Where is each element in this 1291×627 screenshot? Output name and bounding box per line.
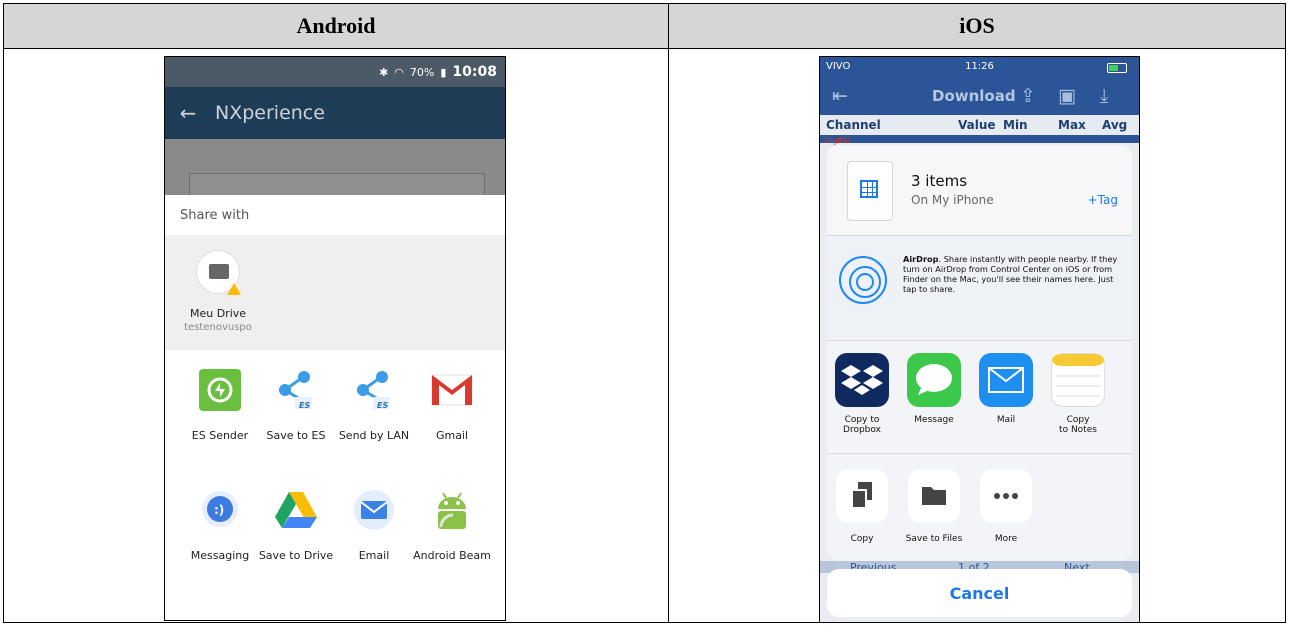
messaging-icon: :) — [197, 487, 243, 533]
column-header: Avg — [1102, 118, 1128, 132]
svg-text:ES: ES — [299, 401, 310, 410]
action-more[interactable]: More — [975, 470, 1037, 544]
share-app-mail[interactable]: Mail — [975, 353, 1037, 425]
share-app-save-to-es[interactable]: ES Save to ES — [253, 367, 339, 442]
share-item-summary: 3 items On My iPhone +Tag — [827, 145, 1132, 236]
email-icon — [351, 487, 397, 533]
share-app-label: Save to ES — [266, 429, 326, 442]
android-app-bar: ← NXperience — [165, 87, 505, 139]
share-app-label: Messaging — [190, 549, 250, 562]
status-time: 10:08 — [452, 64, 497, 80]
dropbox-icon — [835, 353, 889, 407]
drive-icon — [273, 487, 319, 533]
svg-text::): :) — [214, 503, 224, 517]
direct-share-label: Meu Drive — [189, 307, 247, 320]
column-header: Max — [1058, 118, 1086, 132]
bluetooth-icon: ✱ — [379, 65, 389, 79]
item-location: On My iPhone — [911, 193, 994, 207]
share-app-label: Mail — [996, 415, 1016, 425]
dimmed-background — [165, 139, 505, 205]
share-app-label: Android Beam — [413, 549, 491, 562]
app-title: NXperience — [215, 102, 325, 124]
battery-icon — [1107, 63, 1127, 73]
android-share-sheet: Share with Meu Drive testenovuspo ES Sen… — [165, 195, 505, 620]
ios-share-sheet: 3 items On My iPhone +Tag AirDrop. Share… — [827, 145, 1132, 561]
notes-icon — [1051, 353, 1105, 407]
share-app-label: ES Sender — [191, 429, 249, 442]
mail-icon — [979, 353, 1033, 407]
android-screenshot: ✱ ◠ 70% ▮ 10:08 ← NXperience Share with … — [164, 56, 506, 621]
gmail-icon — [429, 367, 475, 413]
wifi-icon: ◠ — [394, 65, 404, 79]
android-icon — [429, 487, 475, 533]
ios-column-header: iOS — [669, 4, 1285, 49]
ios-nav-bar: ⇤ Download ⇪ ▣ ⤓ — [820, 79, 1139, 115]
share-app-label: Gmail — [435, 429, 469, 442]
share-app-email[interactable]: Email — [331, 487, 417, 562]
direct-share-account: testenovuspo — [184, 322, 252, 333]
share-app-label: Email — [358, 549, 390, 562]
more-icon — [980, 470, 1032, 522]
share-app-es-sender[interactable]: ES Sender — [177, 367, 263, 442]
svg-text:ES: ES — [377, 401, 388, 410]
action-save-to-files[interactable]: Save to Files — [903, 470, 965, 544]
action-copy[interactable]: Copy — [831, 470, 893, 544]
android-status-bar: ✱ ◠ 70% ▮ 10:08 — [165, 57, 505, 87]
column-divider — [668, 48, 669, 623]
airdrop-description: AirDrop. Share instantly with people nea… — [903, 254, 1121, 294]
share-app-label: Message — [914, 415, 954, 425]
data-table-header: Channel Value Min Max Avg — [820, 115, 1139, 135]
share-app-message[interactable]: Message — [903, 353, 965, 425]
share-app-dropbox[interactable]: Copy to Dropbox — [831, 353, 893, 435]
airdrop-icon — [839, 256, 887, 304]
save-icon[interactable]: ▣ — [1058, 85, 1076, 107]
item-count: 3 items — [911, 172, 968, 190]
folder-icon — [908, 470, 960, 522]
action-label: More — [994, 534, 1018, 544]
battery-percent: 70% — [409, 65, 435, 79]
download-icon[interactable]: ⤓ — [1100, 85, 1108, 107]
share-app-label: Copy to Notes — [1059, 415, 1097, 435]
status-time: 11:26 — [965, 61, 994, 72]
cancel-button[interactable]: Cancel — [827, 569, 1132, 617]
drive-folder-icon — [196, 250, 241, 295]
share-app-notes[interactable]: Copy to Notes — [1047, 353, 1109, 435]
direct-share-row: Meu Drive testenovuspo — [165, 235, 505, 350]
action-label: Copy — [850, 534, 874, 544]
share-app-save-to-drive[interactable]: Save to Drive — [253, 487, 339, 562]
share-app-android-beam[interactable]: Android Beam — [409, 487, 495, 562]
es-share-icon: ES — [351, 367, 397, 413]
copy-icon — [836, 470, 888, 522]
exit-icon[interactable]: ⇤ — [832, 85, 848, 107]
ios-status-bar: VIVO 11:26 — [820, 59, 1139, 77]
es-sender-icon — [197, 367, 243, 413]
share-app-label: Copy to Dropbox — [843, 415, 881, 435]
airdrop-title: AirDrop — [903, 254, 939, 264]
message-icon — [907, 353, 961, 407]
back-arrow-icon[interactable]: ← — [165, 101, 211, 125]
share-apps-row: Copy to Dropbox Message Mail Copy to Not… — [827, 341, 1132, 454]
share-app-label: Send by LAN — [338, 429, 410, 442]
share-app-gmail[interactable]: Gmail — [409, 367, 495, 442]
column-header: Channel — [826, 118, 881, 132]
nav-title: Download — [932, 87, 1016, 105]
action-label: Save to Files — [905, 534, 963, 544]
share-app-messaging[interactable]: :) Messaging — [177, 487, 263, 562]
android-column-header: Android — [4, 4, 669, 49]
share-sheet-title: Share with — [180, 208, 250, 223]
share-app-send-by-lan[interactable]: ES Send by LAN — [331, 367, 417, 442]
airdrop-section: AirDrop. Share instantly with people nea… — [827, 236, 1132, 341]
add-tag-button[interactable]: +Tag — [1088, 193, 1118, 207]
spreadsheet-file-icon — [847, 161, 893, 221]
battery-icon: ▮ — [440, 65, 447, 79]
es-share-icon: ES — [273, 367, 319, 413]
column-header: Value — [958, 118, 996, 132]
share-actions-row: Copy Save to Files More — [827, 454, 1132, 561]
ios-screenshot: VIVO 11:26 ⇤ Download ⇪ ▣ ⤓ Channel Valu… — [819, 56, 1140, 623]
share-icon[interactable]: ⇪ — [1020, 85, 1036, 107]
share-app-label: Save to Drive — [258, 549, 334, 562]
background-row-label: Digital — [824, 136, 850, 145]
column-header: Min — [1003, 118, 1028, 132]
